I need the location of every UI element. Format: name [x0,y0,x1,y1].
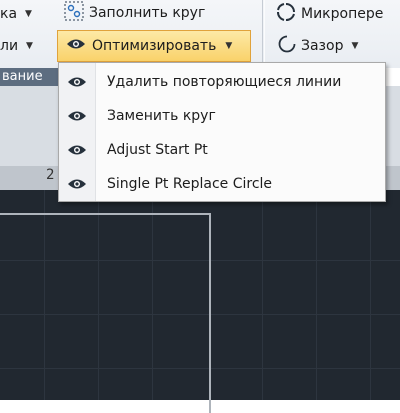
optimize-button[interactable]: Оптимизировать ▼ [57,30,251,62]
fill-circle-button[interactable]: Заполнить круг [64,1,205,25]
eye-icon [59,75,95,89]
chevron-down-icon: ▼ [225,41,233,51]
menu-item-single-pt-replace-circle[interactable]: Single Pt Replace Circle [59,167,385,201]
eye-icon [66,37,86,55]
menu-item-label: Удалить повторяющиеся линии [107,74,342,90]
menu-item-label: Single Pt Replace Circle [107,176,273,192]
micro-joint-icon [276,2,296,26]
ribbon-button-mid-left[interactable]: ли ▼ [0,34,33,58]
eye-icon [59,177,95,191]
menu-item-replace-circle[interactable]: Заменить круг [59,99,385,133]
ribbon-separator [262,0,263,68]
ribbon-panel-title: вание [0,68,62,86]
gap-icon [278,35,296,57]
ribbon-separator-highlight [264,0,265,68]
ribbon-button-top-left-label: ка [0,6,18,22]
eye-icon [59,109,95,123]
micro-joint-label: Микропере [301,6,384,22]
chevron-down-icon: ▼ [25,9,32,19]
menu-item-remove-duplicate-lines[interactable]: Удалить повторяющиеся линии [59,65,385,99]
chevron-down-icon: ▼ [26,41,33,51]
sheet-border [0,213,211,413]
ribbon-button-mid-left-label: ли [0,38,19,54]
micro-joint-button[interactable]: Микропере [276,2,383,26]
gap-button[interactable]: Зазор ▼ [278,34,358,58]
fill-circle-icon [64,1,84,25]
ribbon-button-top-left[interactable]: ка ▼ [0,2,32,26]
menu-item-label: Adjust Start Pt [107,142,208,158]
menu-item-label: Заменить круг [107,108,216,124]
eye-icon [59,143,95,157]
optimize-label: Оптимизировать [92,38,217,54]
optimize-dropdown-menu: Удалить повторяющиеся линии Заменить кру… [58,62,386,202]
gap-label: Зазор [301,38,344,54]
chevron-down-icon: ▼ [351,41,359,51]
menu-item-adjust-start-pt[interactable]: Adjust Start Pt [59,133,385,167]
fill-circle-label: Заполнить круг [89,5,206,21]
ruler-number: 2 [46,167,55,183]
ribbon: ка ▼ ли ▼ Заполнить круг Оптимизировать … [0,0,400,68]
